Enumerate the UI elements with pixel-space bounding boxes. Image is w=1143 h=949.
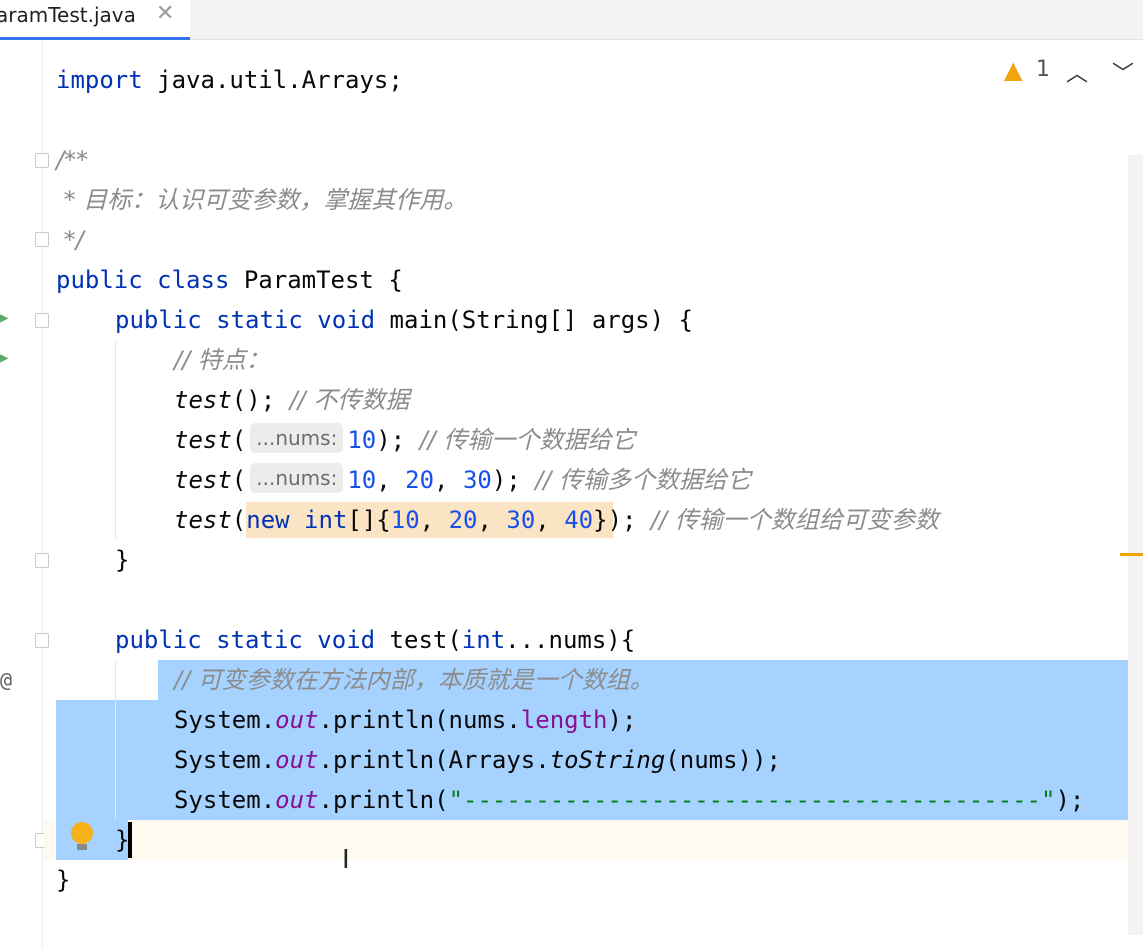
code-line-doc-open[interactable]: /** <box>56 140 88 180</box>
tab-label: aramTest.java <box>0 3 136 27</box>
warning-icon[interactable]: ▲ <box>1004 56 1022 84</box>
fold-method-main-icon[interactable] <box>35 313 49 328</box>
code-line-close-brace[interactable]: } <box>115 540 129 580</box>
fold-end-icon[interactable] <box>35 232 49 247</box>
fold-method-test-icon[interactable] <box>35 633 49 648</box>
override-marker-icon[interactable]: @ <box>0 668 12 692</box>
run-class-icon[interactable]: ▶ <box>0 310 8 326</box>
code-line-doc-body[interactable]: * 目标：认识可变参数，掌握其作用。 <box>56 180 468 220</box>
parameter-hint: ...nums: <box>250 423 344 453</box>
lightbulb-icon[interactable] <box>71 822 93 844</box>
vertical-scrollbar[interactable] <box>1128 155 1143 935</box>
text-cursor-icon: I <box>342 845 350 875</box>
code-line-println[interactable]: System.out.println(nums.length); <box>174 700 636 740</box>
warning-count[interactable]: 1 <box>1036 57 1050 82</box>
parameter-hint: ...nums: <box>250 463 344 493</box>
code-line-doc-close[interactable]: */ <box>56 220 84 260</box>
code-line-main-decl[interactable]: public static void main(String[] args) { <box>115 300 693 340</box>
code-line-test-call[interactable]: test(...nums: 10); // 传输一个数据给它 <box>174 420 635 460</box>
code-line-println[interactable]: System.out.println("--------------------… <box>174 780 1084 820</box>
indent-guide <box>115 340 116 540</box>
fold-comment-icon[interactable] <box>35 153 49 168</box>
code-line-class-decl[interactable]: public class ParamTest { <box>56 260 403 300</box>
code-line-test-decl[interactable]: public static void test(int...nums){ <box>115 620 635 660</box>
chevron-up-icon[interactable]: ︿ <box>1066 56 1088 88</box>
code-line-import[interactable]: import java.util.Arrays; <box>56 60 403 100</box>
lightbulb-base <box>77 844 87 850</box>
text-caret <box>128 822 132 858</box>
code-line-comment[interactable]: // 可变参数在方法内部，本质就是一个数组。 <box>174 660 654 700</box>
chevron-down-icon[interactable]: ﹀ <box>1112 56 1134 88</box>
fold-end-icon[interactable] <box>35 553 49 568</box>
indent-guide <box>115 660 116 820</box>
code-line-test-call[interactable]: test(new int[]{10, 20, 30, 40}); // 传输一个… <box>174 500 939 540</box>
editor-gutter[interactable]: ▶ ▶ @ <box>0 40 43 949</box>
code-line-println[interactable]: System.out.println(Arrays.toString(nums)… <box>174 740 781 780</box>
editor-tab-bar: aramTest.java ✕ <box>0 0 1143 40</box>
run-main-icon[interactable]: ▶ <box>0 350 8 366</box>
close-icon[interactable]: ✕ <box>156 1 174 26</box>
code-line-test-call[interactable]: test(...nums: 10, 20, 30); // 传输多个数据给它 <box>174 460 751 500</box>
scrollbar-warning-marker[interactable] <box>1120 553 1143 556</box>
code-line-close-brace[interactable]: } <box>56 860 70 900</box>
code-line-comment[interactable]: // 特点： <box>174 340 270 380</box>
tab-paramtest-java[interactable]: aramTest.java ✕ <box>0 0 190 40</box>
code-line-test-call[interactable]: test(); // 不传数据 <box>174 380 409 420</box>
caret-line-highlight <box>44 820 1143 860</box>
